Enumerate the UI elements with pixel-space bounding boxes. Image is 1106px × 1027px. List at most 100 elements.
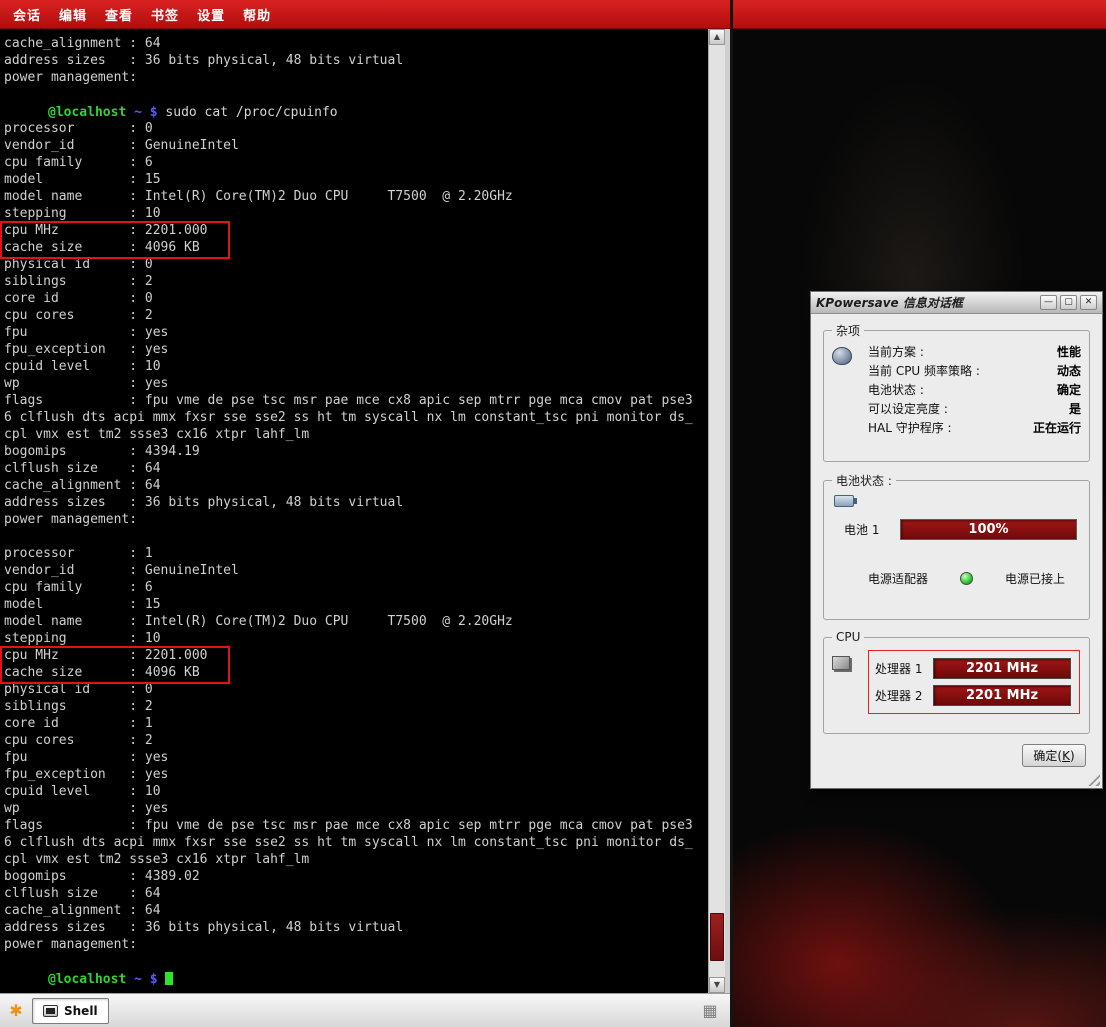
panel-applet-icon[interactable]: ✱ <box>4 1001 28 1020</box>
screen: 会话编辑查看书签设置帮助 cache_alignment : 64address… <box>0 0 1106 1027</box>
taskbar-shell-tab[interactable]: Shell <box>32 998 109 1024</box>
terminal-line: vendor_id : GenuineIntel <box>4 563 707 580</box>
desktop-background: KPowersave 信息对话框 — ▢ ✕ 杂项 当前方案 :性能当前 CPU… <box>733 0 1106 1027</box>
terminal-line: bogomips : 4394.19 <box>4 444 707 461</box>
battery-progressbar: 100% <box>900 519 1077 540</box>
shell-tab-label: Shell <box>64 1004 98 1018</box>
terminal-line: 6 clflush dts acpi mmx fxsr sse sse2 ss … <box>4 410 707 427</box>
annotation-highlight-cpu-bars: 处理器 12201 MHz处理器 22201 MHz <box>868 650 1080 714</box>
taskbar: ✱ Shell ▦ <box>0 993 730 1027</box>
menu-bar: 会话编辑查看书签设置帮助 <box>0 0 730 29</box>
terminal-line: physical id : 0 <box>4 257 707 274</box>
menu-item-3[interactable]: 查看 <box>96 9 142 24</box>
terminal-line: flags : fpu vme de pse tsc msr pae mce c… <box>4 393 707 410</box>
battery-row: 电池 1 100% <box>844 519 1077 540</box>
terminal-line: cache size : 4096 KB <box>4 240 707 257</box>
ok-label-suffix: ) <box>1070 749 1075 763</box>
battery-percent: 100% <box>968 522 1008 537</box>
menu-item-4[interactable]: 书签 <box>142 9 188 24</box>
menu-item-6[interactable]: 帮助 <box>234 9 280 24</box>
terminal-line: address sizes : 36 bits physical, 48 bit… <box>4 495 707 512</box>
misc-group-title: 杂项 <box>832 322 864 339</box>
terminal-line: address sizes : 36 bits physical, 48 bit… <box>4 920 707 937</box>
terminal-line: cpu MHz : 2201.000 <box>4 648 707 665</box>
cpu-rows: 处理器 12201 MHz处理器 22201 MHz <box>875 655 1073 709</box>
panel-tray-icon[interactable]: ▦ <box>698 1001 722 1020</box>
cpu-processor-label: 处理器 1 <box>875 660 933 677</box>
terminal-icon <box>43 1005 58 1017</box>
dialog-titlebar[interactable]: KPowersave 信息对话框 — ▢ ✕ <box>811 292 1102 314</box>
terminal-line: cache_alignment : 64 <box>4 36 707 53</box>
adapter-label: 电源适配器 <box>868 570 928 587</box>
terminal-line <box>4 954 707 971</box>
dialog-title: KPowersave 信息对话框 <box>816 294 1037 311</box>
adapter-status: 电源已接上 <box>1005 570 1065 587</box>
scroll-down-icon[interactable]: ▼ <box>709 977 725 993</box>
terminal-line: core id : 1 <box>4 716 707 733</box>
misc-label: 电池状态 : <box>868 381 924 400</box>
prompt-symbol: ~ $ <box>126 105 165 120</box>
terminal-line: cpuid level : 10 <box>4 784 707 801</box>
minimize-icon[interactable]: — <box>1040 295 1057 310</box>
terminal-line: power management: <box>4 937 707 954</box>
terminal-line: vendor_id : GenuineIntel <box>4 138 707 155</box>
misc-row: 当前 CPU 频率策略 :动态 <box>868 362 1081 381</box>
misc-row: HAL 守护程序 :正在运行 <box>868 419 1081 438</box>
adapter-row: 电源适配器 电源已接上 <box>868 570 1065 587</box>
terminal-line: fpu : yes <box>4 750 707 767</box>
terminal-line: cache size : 4096 KB <box>4 665 707 682</box>
terminal-line: processor : 1 <box>4 546 707 563</box>
prompt-symbol: ~ $ <box>126 972 165 987</box>
menu-item-1[interactable]: 会话 <box>4 9 50 24</box>
terminal-line: 6 clflush dts acpi mmx fxsr sse sse2 ss … <box>4 835 707 852</box>
redacted-username <box>4 104 48 116</box>
terminal-line: clflush size : 64 <box>4 886 707 903</box>
terminal-line: flags : fpu vme de pse tsc msr pae mce c… <box>4 818 707 835</box>
close-icon[interactable]: ✕ <box>1080 295 1097 310</box>
misc-row: 可以设定亮度 : 是 <box>868 400 1081 419</box>
dialog-body: 杂项 当前方案 :性能当前 CPU 频率策略 :动态电池状态 :确定可以设定亮度… <box>811 314 1102 789</box>
terminal-line: cpl vmx est tm2 ssse3 cx16 xtpr lahf_lm <box>4 427 707 444</box>
desktop-top-red-bar <box>733 0 1106 29</box>
terminal-line: model : 15 <box>4 597 707 614</box>
cpu-group-title: CPU <box>832 630 864 644</box>
ok-label: 确定( <box>1033 749 1062 763</box>
terminal-line: cache_alignment : 64 <box>4 903 707 920</box>
power-scheme-icon <box>832 347 852 365</box>
terminal-line: fpu_exception : yes <box>4 767 707 784</box>
ac-adapter-led-icon <box>960 572 973 585</box>
terminal-window: 会话编辑查看书签设置帮助 cache_alignment : 64address… <box>0 0 733 1027</box>
battery-group-title: 电池状态 : <box>832 472 896 489</box>
terminal-line: stepping : 10 <box>4 206 707 223</box>
scroll-up-icon[interactable]: ▲ <box>709 29 725 45</box>
terminal-line: @localhost ~ $ sudo cat /proc/cpuinfo <box>4 104 707 121</box>
terminal-scrollbar[interactable]: ▲ ▼ <box>708 29 725 993</box>
maximize-icon[interactable]: ▢ <box>1060 295 1077 310</box>
terminal-line: cache_alignment : 64 <box>4 478 707 495</box>
terminal-cursor <box>165 972 173 985</box>
redacted-username <box>4 971 48 983</box>
ok-button[interactable]: 确定(K) <box>1022 744 1086 767</box>
misc-rows: 当前方案 :性能当前 CPU 频率策略 :动态电池状态 :确定可以设定亮度 :是… <box>868 343 1081 438</box>
terminal-line: cpu family : 6 <box>4 580 707 597</box>
terminal-line: core id : 0 <box>4 291 707 308</box>
terminal-body[interactable]: cache_alignment : 64address sizes : 36 b… <box>0 29 725 993</box>
terminal-line: wp : yes <box>4 376 707 393</box>
typed-command: sudo cat /proc/cpuinfo <box>165 105 337 120</box>
terminal-line: cpu cores : 2 <box>4 308 707 325</box>
misc-value: 性能 <box>1057 343 1081 362</box>
cpu-frequency-bar: 2201 MHz <box>933 658 1071 679</box>
scrollbar-thumb[interactable] <box>710 913 724 961</box>
menu-item-5[interactable]: 设置 <box>188 9 234 24</box>
cpu-group: CPU 处理器 12201 MHz处理器 22201 MHz <box>823 630 1090 734</box>
menu-item-2[interactable]: 编辑 <box>50 9 96 24</box>
misc-label: 可以设定亮度 : <box>868 400 948 419</box>
terminal-line: cpuid level : 10 <box>4 359 707 376</box>
ok-accel: K <box>1062 749 1070 763</box>
misc-value: 是 <box>1069 400 1081 419</box>
terminal-line: @localhost ~ $ <box>4 971 707 988</box>
battery-group: 电池状态 : 电池 1 100% 电源适配器 电源已接上 <box>823 472 1090 620</box>
prompt-host: @localhost <box>48 105 126 120</box>
prompt-host: @localhost <box>48 972 126 987</box>
cpu-frequency-bar: 2201 MHz <box>933 685 1071 706</box>
